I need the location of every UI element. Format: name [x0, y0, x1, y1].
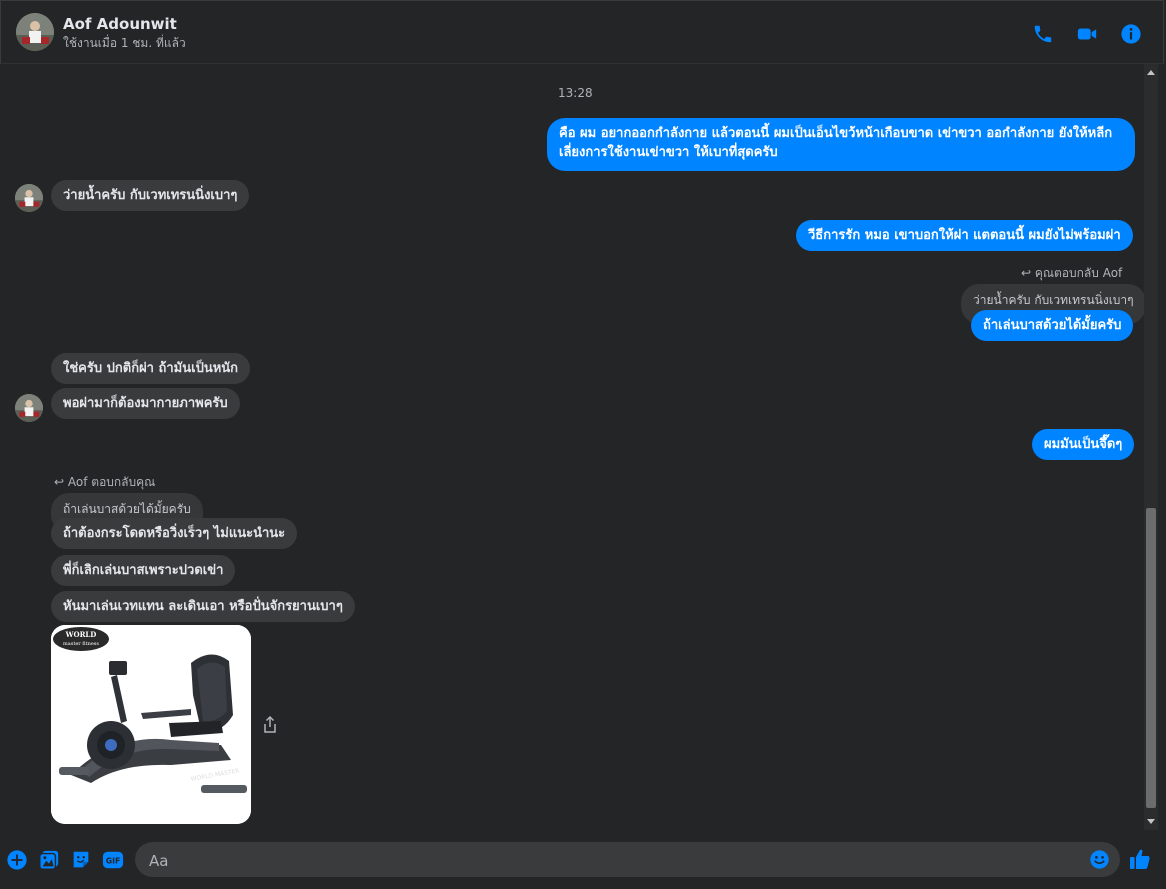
logo-text-1: WORLD — [65, 630, 97, 639]
like-icon[interactable] — [1128, 847, 1152, 871]
reply-label-incoming: ↩ Aof ตอบกลับคุณ — [54, 473, 155, 492]
scroll-down-arrow-icon[interactable] — [1147, 819, 1155, 824]
message-incoming[interactable]: หันมาเล่นเวทแทน ละเดินเอา หรือปั่นจักรยา… — [51, 591, 355, 622]
composer-bar: GIF — [0, 830, 1166, 889]
gif-icon[interactable]: GIF — [102, 849, 124, 871]
exercise-bike-image: WORLD master fitness WORLD MASTER — [51, 625, 251, 824]
contact-avatar-small[interactable] — [15, 184, 43, 212]
image-attachment[interactable]: WORLD master fitness WORLD MASTER — [51, 625, 251, 824]
message-incoming[interactable]: พี่ก็เลิกเล่นบาสเพราะปวดเข่า — [51, 555, 236, 586]
scrollbar[interactable] — [1144, 64, 1158, 830]
message-incoming[interactable]: ใช่ครับ ปกติก็ผ่า ถ้ามันเป็นหนัก — [51, 353, 251, 384]
reply-label-text: คุณตอบกลับ Aof — [1034, 266, 1123, 280]
message-outgoing[interactable]: คือ ผม อยากออกกำลังกาย แล้วตอนนี้ ผมเป็น… — [547, 118, 1135, 171]
message-outgoing[interactable]: ผมมันเป็นจึ๊ดๆ — [1032, 429, 1135, 460]
reply-label-text: Aof ตอบกลับคุณ — [67, 475, 156, 489]
chat-header: Aof Adounwit ใช้งานเมื่อ 1 ชม. ที่แล้ว — [0, 0, 1164, 64]
logo-text-2: master fitness — [63, 641, 99, 647]
avatar-photo — [15, 184, 43, 212]
reply-label-outgoing: ↩ คุณตอบกลับ Aof — [1021, 264, 1122, 283]
scroll-up-arrow-icon[interactable] — [1147, 70, 1155, 75]
message-outgoing[interactable]: วีธีการรัก หมอ เขาบอกให้ผ่า แตตอนนี้ ผมย… — [796, 220, 1133, 251]
contact-name[interactable]: Aof Adounwit — [63, 15, 177, 33]
video-icon[interactable] — [1076, 23, 1098, 45]
message-list[interactable]: 13:28 คือ ผม อยากออกกำลังกาย แล้วตอนนี้ … — [0, 64, 1144, 830]
reply-arrow-icon: ↩ — [1021, 266, 1032, 280]
message-outgoing[interactable]: ถ้าเล่นบาสด้วยได้มั้ยครับ — [971, 310, 1134, 341]
timestamp: 13:28 — [558, 86, 593, 100]
scrollbar-thumb[interactable] — [1146, 508, 1156, 808]
avatar-photo — [16, 13, 54, 51]
message-incoming[interactable]: ว่ายน้ำครับ กับเวทเทรนนิ่งเบาๆ — [51, 180, 250, 211]
reply-arrow-icon: ↩ — [54, 475, 65, 489]
message-incoming[interactable]: ถ้าต้องกระโดดหรือวิ่งเร็วๆ ไม่แนะนำนะ — [51, 518, 298, 549]
contact-avatar-small[interactable] — [15, 394, 43, 422]
sticker-icon[interactable] — [70, 849, 92, 871]
svg-text:GIF: GIF — [106, 857, 121, 866]
message-text-line1: คือ ผม อยากออกกำลังกาย แล้วตอนนี้ ผมเป็น… — [559, 126, 1113, 141]
message-input[interactable] — [147, 842, 1081, 879]
message-text-line2: เลี่ยงการใช้งานเข่าขวา ให้เบาที่สุดครับ — [559, 145, 778, 160]
photo-icon[interactable] — [38, 849, 60, 871]
emoji-icon[interactable] — [1089, 849, 1110, 870]
phone-icon[interactable] — [1032, 23, 1054, 45]
message-incoming[interactable]: พอผ่ามาก็ต้องมากายภาพครับ — [51, 388, 240, 419]
info-icon[interactable] — [1120, 23, 1142, 45]
contact-avatar[interactable] — [16, 13, 54, 51]
share-icon[interactable] — [262, 716, 278, 734]
active-status: ใช้งานเมื่อ 1 ชม. ที่แล้ว — [63, 36, 186, 50]
plus-icon[interactable] — [6, 849, 28, 871]
avatar-photo — [15, 394, 43, 422]
message-input-container[interactable] — [135, 842, 1120, 879]
